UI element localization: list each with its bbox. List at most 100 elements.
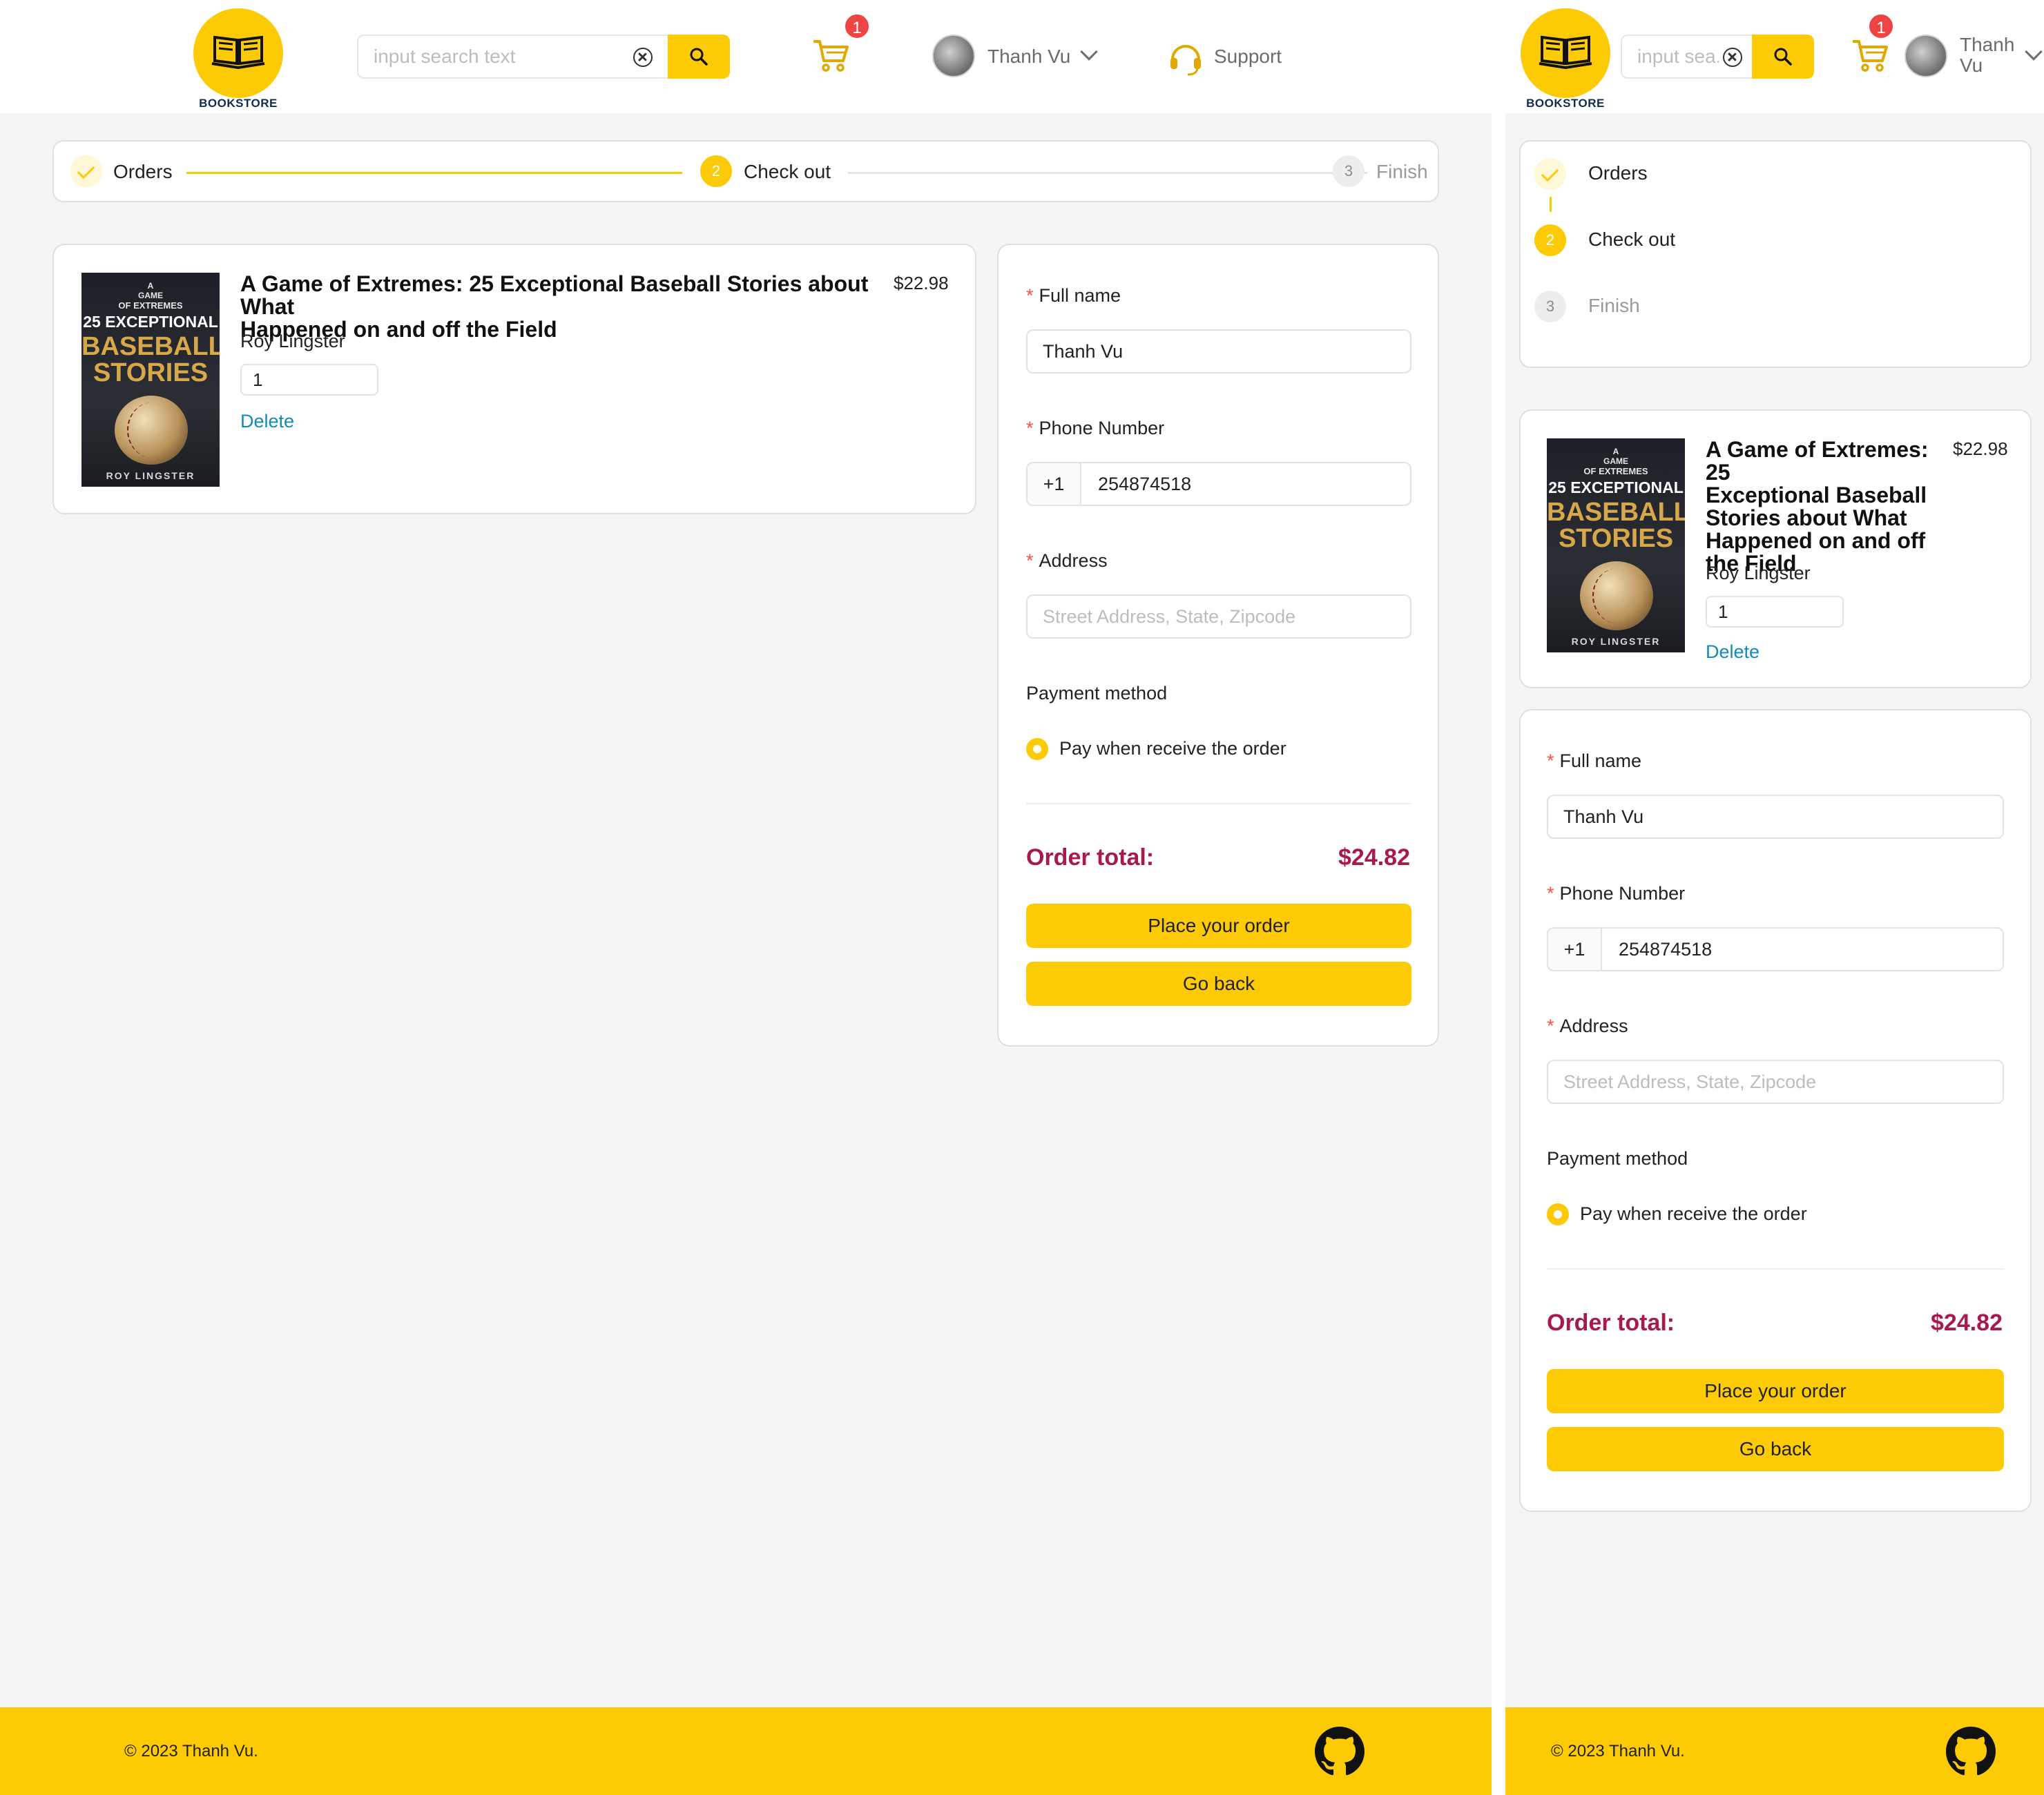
delete-link[interactable]: Delete: [240, 411, 294, 432]
quantity-input[interactable]: [1706, 596, 1844, 628]
panel-gap: [1492, 0, 1505, 1795]
mobile-view: BOOKSTORE 1 Th: [1505, 0, 2044, 1795]
cart-button[interactable]: 1: [1851, 12, 1895, 77]
step-finish-label: Finish: [1376, 161, 1428, 182]
payment-method-label: Payment method: [1547, 1148, 1688, 1169]
headset-icon: [1170, 45, 1201, 76]
cart-item-card: A GAME OF EXTREMES 25 EXCEPTIONAL BASEBA…: [52, 244, 976, 514]
full-name-input[interactable]: [1028, 331, 1410, 372]
support-button[interactable]: Support: [1167, 39, 1282, 79]
search-button[interactable]: [1752, 35, 1814, 79]
bookstore-logo[interactable]: BOOKSTORE: [1521, 8, 1610, 113]
product-price: $22.98: [894, 273, 949, 293]
checkout-steps: Orders 2 Check out 3 Finish: [52, 140, 1439, 202]
logo-text: BOOKSTORE: [199, 97, 278, 110]
support-label: Support: [1214, 46, 1282, 67]
check-icon: [1534, 158, 1566, 190]
book-cover-image: A GAME OF EXTREMES 25 EXCEPTIONAL BASEBA…: [1547, 438, 1685, 652]
full-name-field[interactable]: [1026, 329, 1411, 373]
logo-text: BOOKSTORE: [1526, 97, 1605, 110]
footer: © 2023 Thanh Vu.: [0, 1707, 1492, 1795]
phone-label: * Phone Number: [1026, 418, 1165, 438]
phone-prefix: +1: [1548, 929, 1602, 970]
step-orders-label: Orders: [113, 161, 173, 182]
full-name-label: * Full name: [1026, 285, 1121, 306]
step-finish-label: Finish: [1588, 295, 1640, 316]
payment-method-label: Payment method: [1026, 683, 1168, 704]
phone-field[interactable]: +1: [1026, 462, 1411, 506]
phone-field[interactable]: +1: [1547, 927, 2004, 971]
chevron-down-icon[interactable]: [1080, 43, 1098, 61]
github-icon[interactable]: [1315, 1727, 1365, 1776]
header: BOOKSTORE 1 Th: [1505, 0, 2044, 113]
quantity-field[interactable]: [242, 365, 377, 394]
delete-link[interactable]: Delete: [1706, 641, 1759, 663]
user-name[interactable]: Thanh Vu: [1960, 35, 2014, 76]
go-back-button[interactable]: Go back: [1547, 1427, 2004, 1471]
product-title[interactable]: A Game of Extremes: 25 Exceptional Baseb…: [1706, 438, 1954, 575]
step-3-icon: 3: [1333, 155, 1365, 187]
order-total-label: Order total:: [1547, 1310, 1675, 1336]
full-name-input[interactable]: [1548, 796, 2003, 837]
book-icon: [1521, 8, 1610, 98]
address-input[interactable]: [1028, 596, 1410, 637]
footer: © 2023 Thanh Vu.: [1505, 1707, 2044, 1795]
cart-item-card: A GAME OF EXTREMES 25 EXCEPTIONAL BASEBA…: [1519, 409, 2032, 688]
checkout-steps: Orders 2 Check out 3 Finish: [1519, 140, 2032, 368]
clear-icon[interactable]: [1723, 48, 1742, 67]
desktop-view: BOOKSTORE 1 Thanh Vu: [0, 0, 1492, 1795]
search-bar: [357, 35, 730, 79]
chevron-down-icon[interactable]: [2025, 43, 2043, 61]
step-connector: [186, 172, 682, 174]
go-back-button[interactable]: Go back: [1026, 962, 1411, 1006]
search-input[interactable]: [358, 36, 668, 77]
full-name-label: * Full name: [1547, 750, 1642, 771]
place-order-button[interactable]: Place your order: [1547, 1369, 2004, 1413]
cart-icon: [1853, 40, 1888, 72]
quantity-input[interactable]: [240, 364, 378, 396]
payment-option-label[interactable]: Pay when receive the order: [1059, 738, 1286, 759]
product-price: $22.98: [1953, 438, 2008, 459]
avatar[interactable]: [932, 35, 975, 77]
book-cover-image: A GAME OF EXTREMES 25 EXCEPTIONAL BASEBA…: [81, 273, 220, 487]
phone-prefix: +1: [1028, 463, 1081, 505]
step-3-icon: 3: [1534, 291, 1566, 322]
order-total-label: Order total:: [1026, 844, 1155, 871]
payment-radio[interactable]: [1026, 738, 1048, 760]
copyright-text: © 2023 Thanh Vu.: [1551, 1742, 1685, 1760]
avatar[interactable]: [1905, 35, 1947, 77]
step-checkout-label: Check out: [744, 161, 831, 182]
order-total-value: $24.82: [1338, 844, 1410, 871]
step-orders-label: Orders: [1588, 162, 1648, 184]
address-label: * Address: [1026, 550, 1108, 571]
address-field[interactable]: [1547, 1060, 2004, 1104]
bookstore-logo[interactable]: BOOKSTORE: [193, 8, 283, 113]
payment-radio[interactable]: [1547, 1203, 1569, 1225]
clear-icon[interactable]: [633, 48, 653, 67]
address-field[interactable]: [1026, 594, 1411, 639]
search-icon: [1774, 48, 1792, 66]
step-checkout-label: Check out: [1588, 229, 1676, 250]
github-icon[interactable]: [1946, 1727, 1996, 1776]
divider: [1547, 1268, 2004, 1270]
cart-icon: [813, 40, 849, 72]
search-icon: [690, 48, 708, 66]
phone-input[interactable]: [1603, 929, 2003, 970]
search-input[interactable]: [1622, 36, 1719, 77]
user-name[interactable]: Thanh Vu: [987, 46, 1070, 68]
payment-option-label[interactable]: Pay when receive the order: [1580, 1203, 1807, 1225]
full-name-field[interactable]: [1547, 795, 2004, 839]
copyright-text: © 2023 Thanh Vu.: [124, 1742, 258, 1760]
step-connector: [848, 172, 1367, 174]
address-input[interactable]: [1548, 1061, 2003, 1103]
search-button[interactable]: [668, 35, 730, 79]
cart-button[interactable]: 1: [811, 12, 871, 77]
order-total-value: $24.82: [1931, 1310, 2003, 1336]
search-bar: [1621, 35, 1814, 79]
phone-input[interactable]: [1083, 463, 1410, 505]
quantity-field[interactable]: [1707, 597, 1842, 626]
header: BOOKSTORE 1 Thanh Vu: [0, 0, 1492, 113]
divider: [1026, 803, 1411, 804]
place-order-button[interactable]: Place your order: [1026, 904, 1411, 948]
step-2-icon: 2: [700, 155, 732, 187]
